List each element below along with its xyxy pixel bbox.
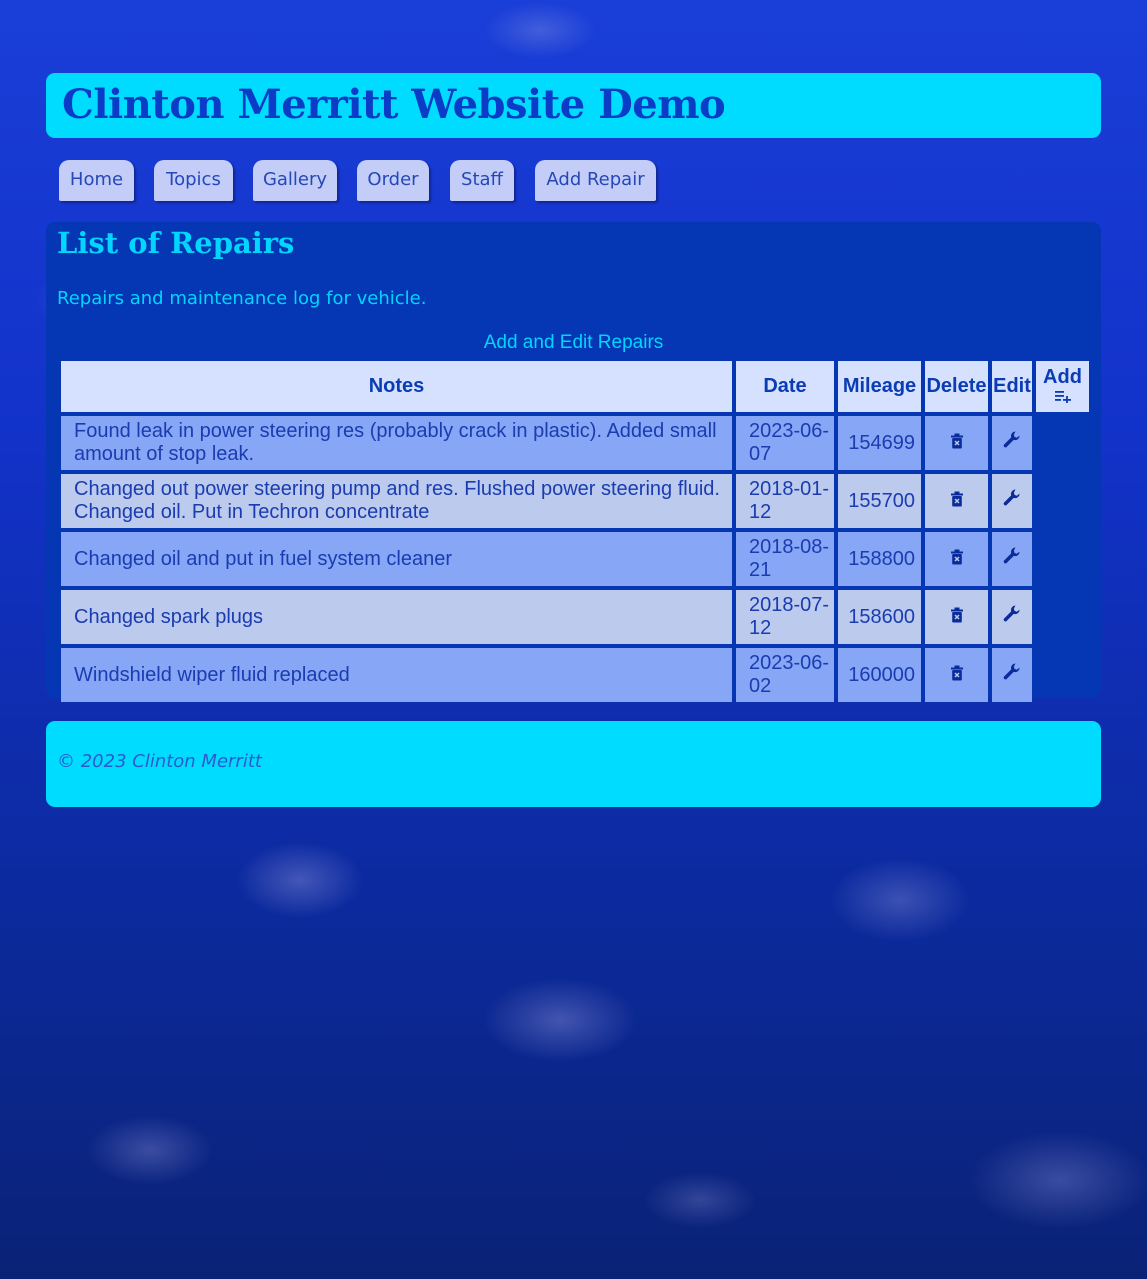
column-header-date: Date <box>736 361 834 412</box>
delete-button[interactable] <box>925 416 988 470</box>
table-row: Changed oil and put in fuel system clean… <box>61 532 1089 586</box>
wrench-icon[interactable] <box>1002 489 1022 513</box>
table-header-row: Notes Date Mileage Delete Edit Add <box>61 361 1089 412</box>
repair-mileage: 154699 <box>838 416 921 470</box>
trash-icon[interactable] <box>950 664 964 686</box>
repair-notes: Changed out power steering pump and res.… <box>61 474 732 528</box>
repair-mileage: 158800 <box>838 532 921 586</box>
repair-notes: Windshield wiper fluid replaced <box>61 648 732 702</box>
edit-button[interactable] <box>992 416 1032 470</box>
edit-button[interactable] <box>992 532 1032 586</box>
repair-date: 2023-06-02 <box>736 648 834 702</box>
site-footer: © 2023 Clinton Merritt <box>46 721 1101 807</box>
page-heading: List of Repairs <box>57 226 295 260</box>
edit-button[interactable] <box>992 590 1032 644</box>
table-caption: Add and Edit Repairs <box>483 332 664 353</box>
wrench-icon[interactable] <box>1002 431 1022 455</box>
delete-button[interactable] <box>925 532 988 586</box>
column-header-notes: Notes <box>61 361 732 412</box>
site-title: Clinton Merritt Website Demo <box>62 81 726 128</box>
nav-add-repair[interactable]: Add Repair <box>535 160 656 201</box>
repair-date: 2023-06-07 <box>736 416 834 470</box>
column-header-edit: Edit <box>992 361 1032 412</box>
table-row: Windshield wiper fluid replaced 2023-06-0… <box>61 648 1089 702</box>
repair-date: 2018-08-21 <box>736 532 834 586</box>
column-header-mileage: Mileage <box>838 361 921 412</box>
edit-button[interactable] <box>992 648 1032 702</box>
table-row: Changed out power steering pump and res.… <box>61 474 1089 528</box>
repair-date: 2018-01-12 <box>736 474 834 528</box>
delete-button[interactable] <box>925 474 988 528</box>
wrench-icon[interactable] <box>1002 663 1022 687</box>
delete-button[interactable] <box>925 648 988 702</box>
nav-home[interactable]: Home <box>59 160 134 201</box>
trash-icon[interactable] <box>950 432 964 454</box>
table-row: Found leak in power steering res (probab… <box>61 416 1089 470</box>
copyright-text: © 2023 Clinton Merritt <box>57 751 262 772</box>
table-row: Changed spark plugs 2018-07-12 158600 <box>61 590 1089 644</box>
repair-date: 2018-07-12 <box>736 590 834 644</box>
delete-button[interactable] <box>925 590 988 644</box>
repair-mileage: 155700 <box>838 474 921 528</box>
column-header-delete: Delete <box>925 361 988 412</box>
trash-icon[interactable] <box>950 490 964 512</box>
repair-notes: Changed oil and put in fuel system clean… <box>61 532 732 586</box>
page-description: Repairs and maintenance log for vehicle. <box>57 288 427 309</box>
site-header: Clinton Merritt Website Demo <box>46 73 1101 138</box>
nav-staff[interactable]: Staff <box>450 160 514 201</box>
repair-notes: Changed spark plugs <box>61 590 732 644</box>
repairs-panel: List of Repairs Repairs and maintenance … <box>46 222 1101 702</box>
playlist-add-icon[interactable] <box>1054 389 1072 403</box>
trash-icon[interactable] <box>950 548 964 570</box>
repair-mileage: 160000 <box>838 648 921 702</box>
repair-notes: Found leak in power steering res (probab… <box>61 416 732 470</box>
add-repair-header[interactable]: Add <box>1036 361 1089 412</box>
trash-icon[interactable] <box>950 606 964 628</box>
add-label: Add <box>1043 365 1082 388</box>
wrench-icon[interactable] <box>1002 547 1022 571</box>
nav-gallery[interactable]: Gallery <box>253 160 337 201</box>
nav-order[interactable]: Order <box>357 160 429 201</box>
repair-mileage: 158600 <box>838 590 921 644</box>
nav-topics[interactable]: Topics <box>154 160 233 201</box>
repairs-table: Notes Date Mileage Delete Edit Add Found… <box>57 357 1093 706</box>
edit-button[interactable] <box>992 474 1032 528</box>
wrench-icon[interactable] <box>1002 605 1022 629</box>
